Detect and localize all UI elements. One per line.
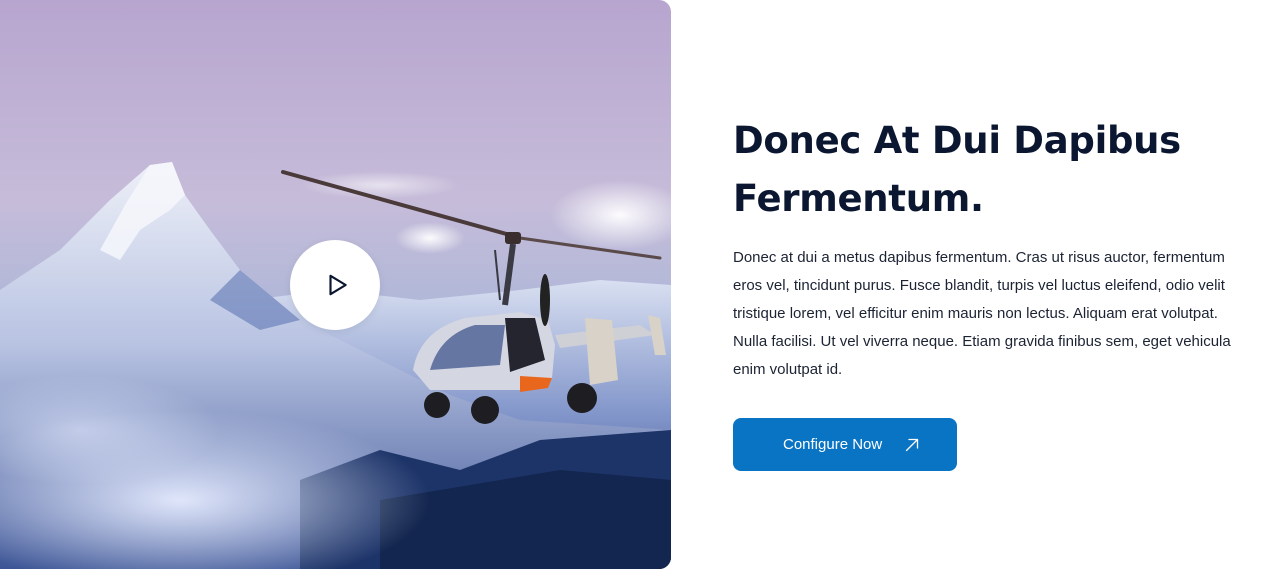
configure-now-label: Configure Now [783, 436, 883, 453]
hero-section: Donec At Dui Dapibus Fermentum. Donec at… [0, 0, 1280, 569]
section-description: Donec at dui a metus dapibus fermentum. … [733, 249, 1231, 378]
section-heading: Donec At Dui Dapibus Fermentum. [733, 119, 1181, 220]
play-icon [328, 274, 347, 296]
hero-content: Donec At Dui Dapibus Fermentum. Donec at… [733, 112, 1253, 471]
play-video-button[interactable] [290, 240, 380, 330]
configure-now-button[interactable]: Configure Now [733, 418, 957, 471]
hero-media [0, 0, 671, 569]
arrow-up-right-icon [906, 438, 919, 451]
